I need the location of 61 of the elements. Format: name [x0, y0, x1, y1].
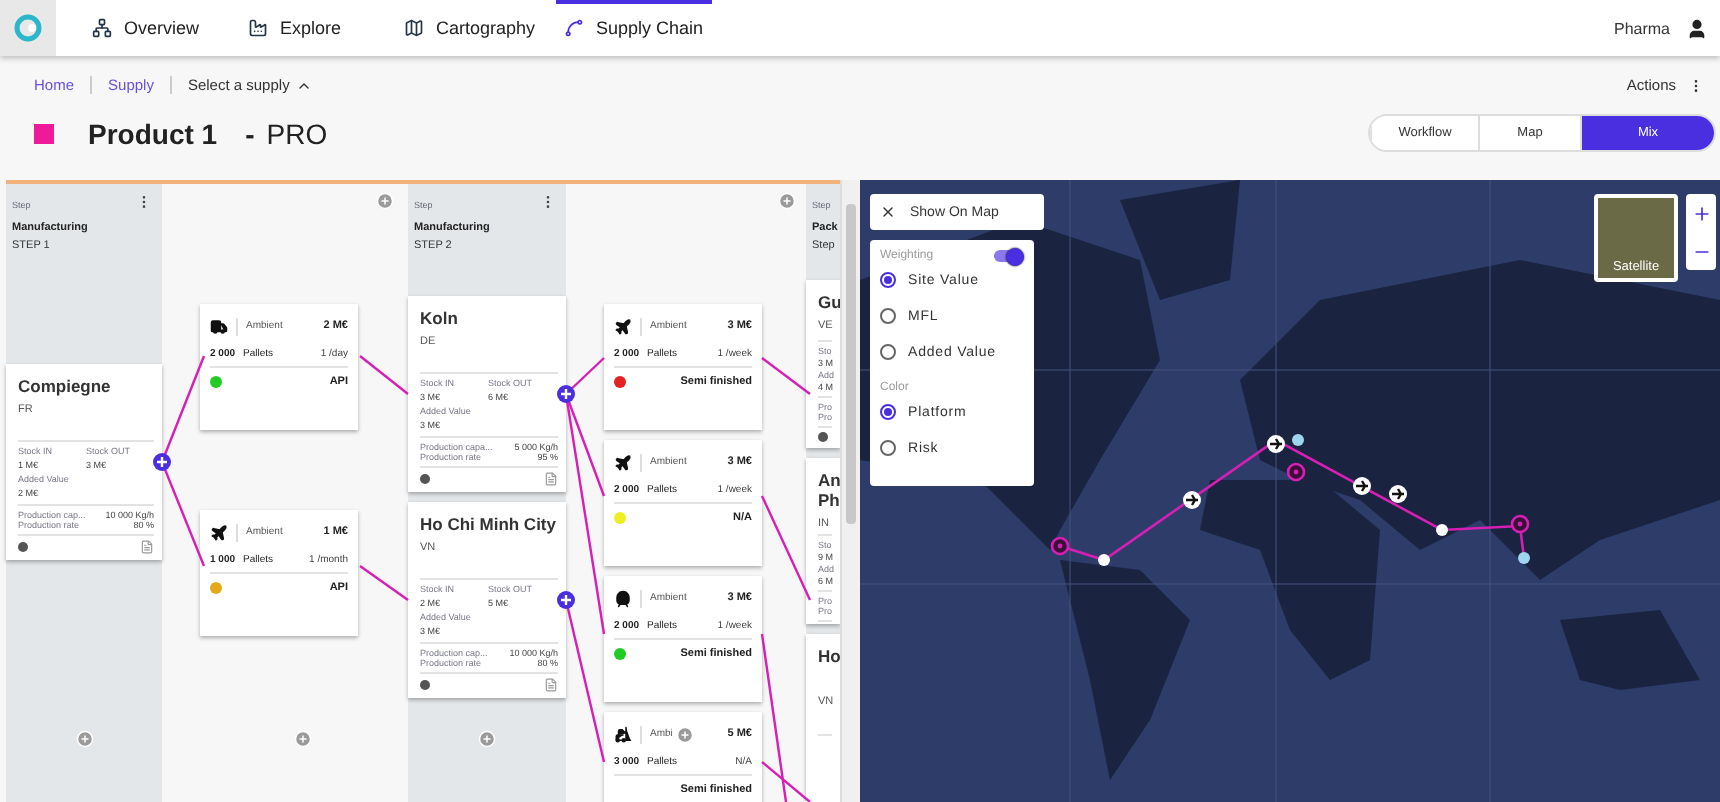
airplane-icon[interactable] [1267, 435, 1285, 453]
scrollbar-thumb[interactable] [846, 204, 856, 524]
add-link-button[interactable] [153, 453, 171, 471]
logo-icon[interactable] [14, 14, 42, 42]
title-separator: - [245, 117, 255, 149]
nav-tab[interactable]: Cartography [396, 0, 556, 56]
airplane-icon[interactable] [1183, 491, 1201, 509]
site-marker [1436, 524, 1448, 536]
add-link-button[interactable] [557, 591, 575, 609]
document-icon[interactable] [140, 540, 154, 554]
status-dot [420, 474, 430, 484]
add-link-button[interactable] [557, 385, 575, 403]
status-dot [420, 680, 430, 690]
airplane-icon[interactable] [1389, 485, 1407, 503]
add-site-button[interactable] [478, 730, 496, 748]
connector-line [761, 357, 811, 395]
add-icon [478, 730, 496, 748]
connector-line [760, 495, 812, 601]
truck-icon [210, 317, 228, 335]
airplane-icon [614, 317, 632, 335]
add-step-button[interactable] [778, 192, 796, 210]
site-name: Ho Chi Minh City [420, 514, 558, 534]
plus-icon [1691, 203, 1711, 223]
document-icon[interactable] [544, 472, 558, 486]
location-pin-icon[interactable] [1510, 514, 1530, 534]
nav-tab[interactable]: Explore [240, 0, 396, 56]
product-code: PRO [266, 117, 328, 149]
nav-tab[interactable]: Overview [84, 0, 240, 56]
weighting-switch[interactable] [994, 250, 1020, 262]
site-name: Compiegne [18, 376, 113, 396]
site-marker [1518, 552, 1530, 564]
user-name[interactable]: Pharma [1613, 19, 1670, 37]
site-marker [1098, 554, 1110, 566]
connector-line [359, 565, 409, 601]
document-icon[interactable] [544, 678, 558, 692]
airplane-icon[interactable] [1353, 477, 1371, 495]
product-name: Product 1 [88, 117, 218, 149]
factory-icon [248, 18, 268, 38]
status-dot [18, 542, 28, 552]
location-pin-icon[interactable] [1050, 536, 1070, 556]
map-icon [404, 18, 424, 38]
airplane-icon [210, 523, 228, 541]
airplane-icon [614, 453, 632, 471]
connector-line [359, 355, 409, 395]
nav-tab[interactable]: Supply Chain [556, 0, 712, 56]
add-transport-button[interactable] [293, 730, 311, 748]
add-site-button[interactable] [75, 730, 93, 748]
network-icon [92, 18, 112, 38]
add-icon [778, 192, 796, 210]
add-step-button[interactable] [376, 192, 394, 210]
add-icon [376, 192, 394, 210]
site-marker [1292, 434, 1304, 446]
location-pin-icon[interactable] [1286, 462, 1306, 482]
close-icon [880, 204, 896, 220]
site-name: Koln [420, 308, 460, 328]
status-dot [818, 431, 828, 442]
train-icon [614, 589, 632, 607]
user-icon[interactable] [1686, 17, 1708, 39]
add-icon [75, 730, 93, 748]
add-icon [293, 730, 311, 748]
forklift-icon [614, 725, 632, 743]
